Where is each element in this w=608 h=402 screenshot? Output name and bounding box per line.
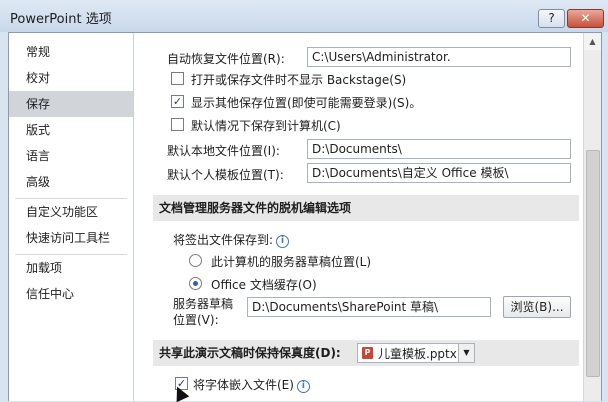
no-backstage-label: 打开或保存文件时不显示 Backstage(S) xyxy=(191,73,407,87)
powerpoint-file-icon: P xyxy=(362,347,373,359)
info-icon: i xyxy=(296,380,310,393)
sidebar-item-quick-access[interactable]: 快速访问工具栏 xyxy=(9,225,133,251)
close-button[interactable]: ✕ xyxy=(567,9,604,28)
embed-fonts-label: 将字体嵌入文件(E) i xyxy=(193,376,310,393)
scroll-up-icon[interactable]: ▲ xyxy=(584,33,601,50)
sidebar-item-trust-center[interactable]: 信任中心 xyxy=(9,281,133,307)
info-icon: i xyxy=(276,235,290,248)
browse-button[interactable]: 浏览(B)... xyxy=(503,296,571,318)
title-bar: PowerPoint 选项 ? ✕ xyxy=(0,0,608,32)
autorecover-location-input[interactable]: C:\Users\Administrator. xyxy=(307,47,571,67)
local-location-input[interactable]: D:\Documents\ xyxy=(307,139,571,159)
sidebar-item-save[interactable]: 保存 xyxy=(9,91,133,117)
scrollbar-thumb[interactable] xyxy=(586,150,600,377)
local-location-label: 默认本地文件位置(I): xyxy=(167,144,280,158)
default-computer-label: 默认情况下保存到计算机(C) xyxy=(191,119,341,133)
sidebar: 常规 校对 保存 版式 语言 高级 自定义功能区 快速访问工具栏 加载项 信任中… xyxy=(9,33,134,401)
office-cache-label: Office 文档缓存(O) xyxy=(211,278,317,292)
sidebar-item-advanced[interactable]: 高级 xyxy=(9,169,133,195)
show-locations-checkbox[interactable]: ✓ xyxy=(171,95,184,108)
default-computer-checkbox[interactable] xyxy=(171,118,184,131)
presentation-name: 儿童模板.pptx xyxy=(378,347,457,361)
sidebar-item-addins[interactable]: 加载项 xyxy=(9,255,133,281)
template-location-input[interactable]: D:\Documents\自定义 Office 模板\ xyxy=(307,163,571,183)
sidebar-item-general[interactable]: 常规 xyxy=(9,39,133,65)
sidebar-item-customize-ribbon[interactable]: 自定义功能区 xyxy=(9,199,133,225)
no-backstage-checkbox[interactable] xyxy=(171,72,184,85)
drafts-location-label-line2: 位置(V): xyxy=(173,313,219,327)
sidebar-item-layout[interactable]: 版式 xyxy=(9,117,133,143)
window-title: PowerPoint 选项 xyxy=(10,12,112,27)
scrollbar[interactable]: ▲ xyxy=(583,33,601,401)
template-location-label: 默认个人模板位置(T): xyxy=(167,168,284,182)
options-dialog: 常规 校对 保存 版式 语言 高级 自定义功能区 快速访问工具栏 加载项 信任中… xyxy=(8,32,602,401)
offline-section-header: 文档管理服务器文件的脱机编辑选项 xyxy=(153,195,579,221)
save-to-label: 将签出文件保存到: i xyxy=(173,231,290,248)
server-drafts-label: 此计算机的服务器草稿位置(L) xyxy=(211,255,372,269)
help-button[interactable]: ? xyxy=(538,9,565,28)
drafts-location-label-line1: 服务器草稿 xyxy=(173,297,234,311)
sidebar-item-proofing[interactable]: 校对 xyxy=(9,65,133,91)
drafts-location-input[interactable]: D:\Documents\SharePoint 草稿\ xyxy=(247,297,491,317)
save-settings-panel: 自动恢复文件位置(R): C:\Users\Administrator. 打开或… xyxy=(141,33,581,401)
sidebar-item-language[interactable]: 语言 xyxy=(9,143,133,169)
office-cache-radio[interactable] xyxy=(189,277,202,290)
autorecover-label: 自动恢复文件位置(R): xyxy=(167,52,285,66)
server-drafts-radio[interactable] xyxy=(189,254,202,267)
presentation-select[interactable]: P 儿童模板.pptx ▼ xyxy=(357,343,475,363)
chevron-down-icon[interactable]: ▼ xyxy=(458,344,474,362)
show-locations-label: 显示其他保存位置(即使可能需要登录)(S)。 xyxy=(191,96,422,110)
